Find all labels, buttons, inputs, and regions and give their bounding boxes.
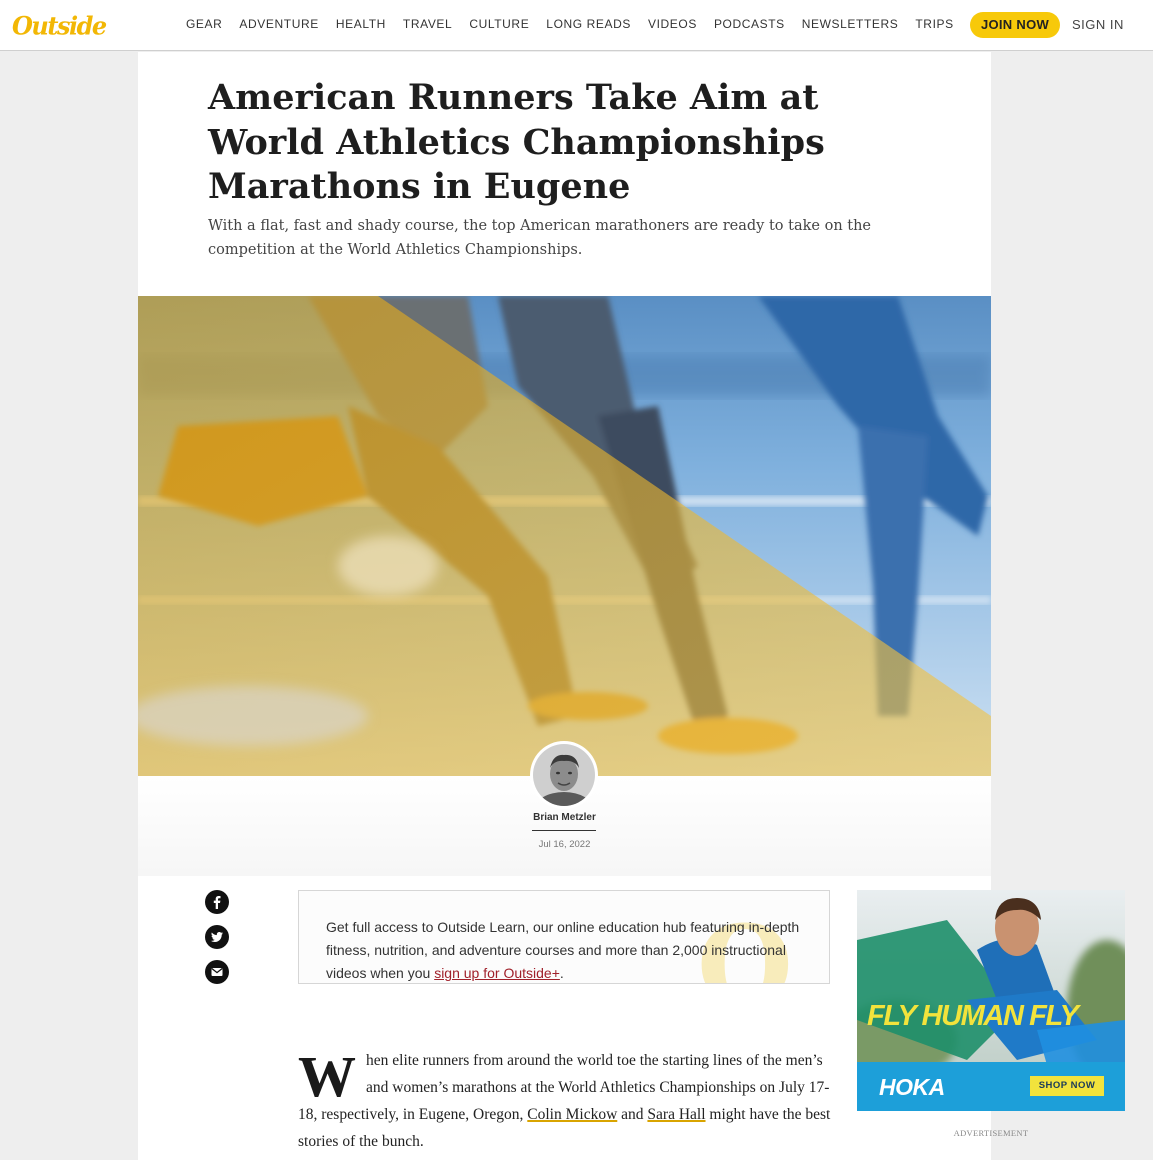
shop-now-button[interactable]: SHOP NOW xyxy=(1030,1076,1104,1096)
twitter-icon xyxy=(211,932,223,942)
nav-item-culture[interactable]: CULTURE xyxy=(469,17,529,31)
share-email-button[interactable] xyxy=(205,960,229,984)
sign-in-link[interactable]: SIGN IN xyxy=(1072,17,1124,32)
author-portrait-icon xyxy=(533,744,595,806)
nav-item-gear[interactable]: GEAR xyxy=(186,17,222,31)
nav-item-podcasts[interactable]: PODCASTS xyxy=(714,17,785,31)
facebook-icon xyxy=(213,896,221,909)
promo-text-end: . xyxy=(559,965,564,981)
promo-text: Get full access to Outside Learn, our on… xyxy=(326,916,816,983)
nav-item-long-reads[interactable]: LONG READS xyxy=(546,17,631,31)
sign-up-link[interactable]: sign up for Outside+ xyxy=(434,965,560,981)
sara-hall-link[interactable]: Sara Hall xyxy=(647,1106,705,1123)
article-headline: American Runners Take Aim at World Athle… xyxy=(208,77,825,207)
share-facebook-button[interactable] xyxy=(205,890,229,914)
hoka-logo: HOKA xyxy=(879,1074,945,1100)
author-name[interactable]: Brian Metzler xyxy=(138,812,991,823)
nav-item-adventure[interactable]: ADVENTURE xyxy=(239,17,318,31)
article-body: When elite runners from around the world… xyxy=(298,1047,838,1155)
runners-photo-icon xyxy=(138,296,991,776)
nav-item-videos[interactable]: VIDEOS xyxy=(648,17,697,31)
author-divider xyxy=(532,830,596,831)
author-avatar[interactable] xyxy=(530,741,598,809)
top-nav: Outside GEAR ADVENTURE HEALTH TRAVEL CUL… xyxy=(0,0,1153,51)
nav-item-trips[interactable]: TRIPS xyxy=(915,17,953,31)
hero-image xyxy=(138,296,991,776)
article-dek: With a flat, fast and shady course, the … xyxy=(208,218,872,258)
join-now-button[interactable]: JOIN NOW xyxy=(970,12,1060,38)
nav-item-travel[interactable]: TRAVEL xyxy=(403,17,452,31)
hoka-advertisement[interactable]: FLY HUMAN FLY HOKA SHOP NOW xyxy=(857,890,1125,1111)
body-text-2: and xyxy=(617,1106,648,1123)
ad-headline: FLY HUMAN FLY xyxy=(867,1000,1079,1032)
advertisement-label: ADVERTISEMENT xyxy=(953,1128,1029,1138)
email-icon xyxy=(211,967,223,976)
drop-cap: W xyxy=(298,1044,356,1109)
publish-date: Jul 16, 2022 xyxy=(538,839,591,850)
nav-item-health[interactable]: HEALTH xyxy=(336,17,386,31)
main-nav: GEAR ADVENTURE HEALTH TRAVEL CULTURE LON… xyxy=(186,17,971,31)
nav-item-newsletters[interactable]: NEWSLETTERS xyxy=(802,17,899,31)
outside-logo[interactable]: Outside xyxy=(12,10,107,40)
outside-plus-promo: O Get full access to Outside Learn, our … xyxy=(298,890,830,984)
colin-mickow-link[interactable]: Colin Mickow xyxy=(527,1106,617,1123)
share-twitter-button[interactable] xyxy=(205,925,229,949)
